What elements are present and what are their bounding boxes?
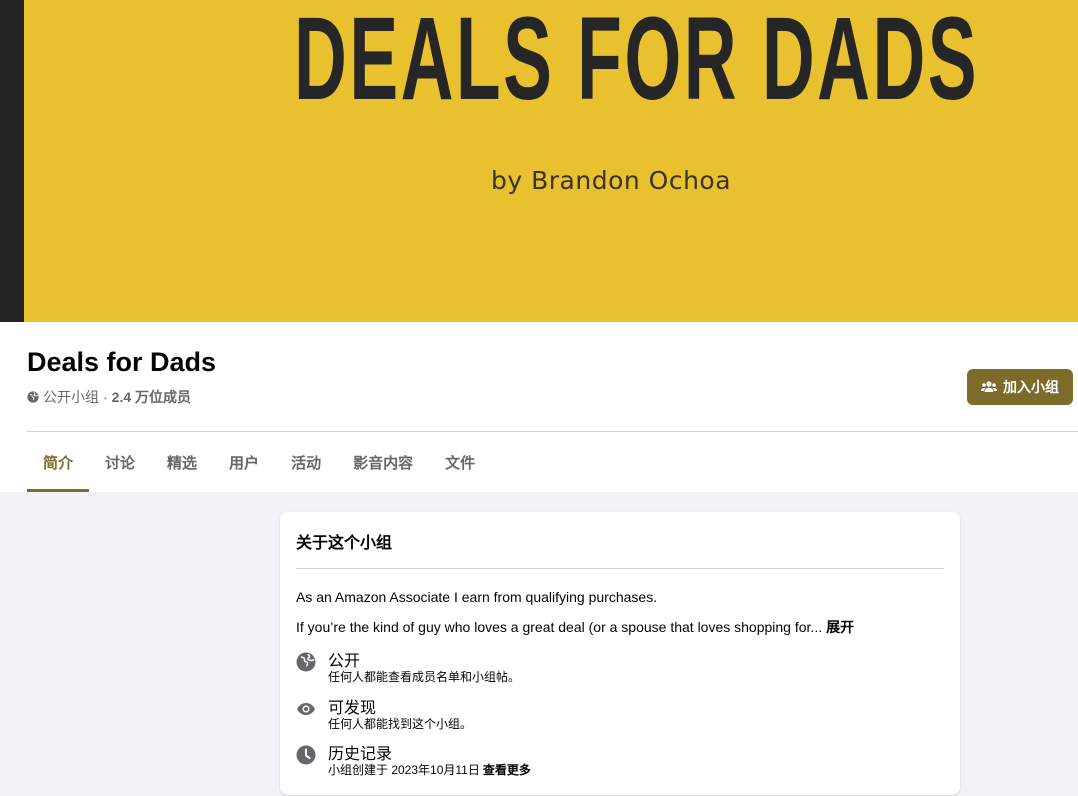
info-row-history: 历史记录 小组创建于 2023年10月11日 查看更多 [296, 740, 936, 780]
tab-events[interactable]: 活动 [275, 432, 337, 492]
member-count[interactable]: 2.4 万位成员 [112, 387, 191, 407]
tab-people[interactable]: 用户 [213, 432, 275, 492]
expand-link[interactable]: 展开 [826, 619, 854, 635]
tab-about[interactable]: 简介 [27, 432, 90, 492]
created-date: 小组创建于 2023年10月11日 [328, 763, 480, 777]
about-title: 关于这个小组 [296, 535, 393, 552]
info-sub-discoverable: 任何人都能找到这个小组。 [328, 717, 473, 731]
group-name[interactable]: Deals for Dads [27, 347, 216, 378]
globe-icon [27, 391, 39, 403]
about-card: 关于这个小组 As an Amazon Associate I earn fro… [280, 512, 960, 795]
cover-photo: DEALS FOR DADS by Brandon Ochoa [0, 0, 1078, 322]
about-description-text: If you’re the kind of guy who loves a gr… [296, 619, 823, 635]
tab-media[interactable]: 影音内容 [337, 432, 429, 492]
cover-subtitle: by Brandon Ochoa [491, 166, 732, 195]
info-sub-public: 任何人都能查看成员名单和小组帖。 [328, 670, 521, 684]
info-row-public: 公开 任何人都能查看成员名单和小组帖。 [296, 647, 936, 687]
cover-left-edge [0, 0, 24, 322]
group-header: Deals for Dads 公开小组 · 2.4 万位成员 加入小组 简介 讨… [0, 322, 1078, 492]
people-icon [981, 381, 997, 392]
about-description-line-1: As an Amazon Associate I earn from quali… [296, 589, 658, 605]
tab-discussion[interactable]: 讨论 [89, 432, 151, 492]
tab-files[interactable]: 文件 [429, 432, 491, 492]
about-description-line-2: If you’re the kind of guy who loves a gr… [296, 617, 854, 637]
info-sub-history: 小组创建于 2023年10月11日 查看更多 [328, 761, 531, 778]
group-tabs: 简介 讨论 精选 用户 活动 影音内容 文件 [27, 432, 491, 492]
join-group-button[interactable]: 加入小组 [967, 369, 1073, 405]
info-row-discoverable: 可发现 任何人都能找到这个小组。 [296, 694, 936, 734]
group-meta: 公开小组 · 2.4 万位成员 [27, 387, 191, 407]
globe-icon [296, 652, 316, 672]
privacy-label: 公开小组 [43, 389, 99, 405]
about-divider [296, 568, 944, 569]
clock-icon [296, 745, 316, 765]
eye-icon [297, 703, 315, 715]
meta-separator: · [103, 389, 108, 405]
join-group-label: 加入小组 [1003, 379, 1059, 395]
cover-title: DEALS FOR DADS [294, 0, 980, 125]
see-more-link[interactable]: 查看更多 [483, 763, 531, 777]
tab-featured[interactable]: 精选 [151, 432, 213, 492]
